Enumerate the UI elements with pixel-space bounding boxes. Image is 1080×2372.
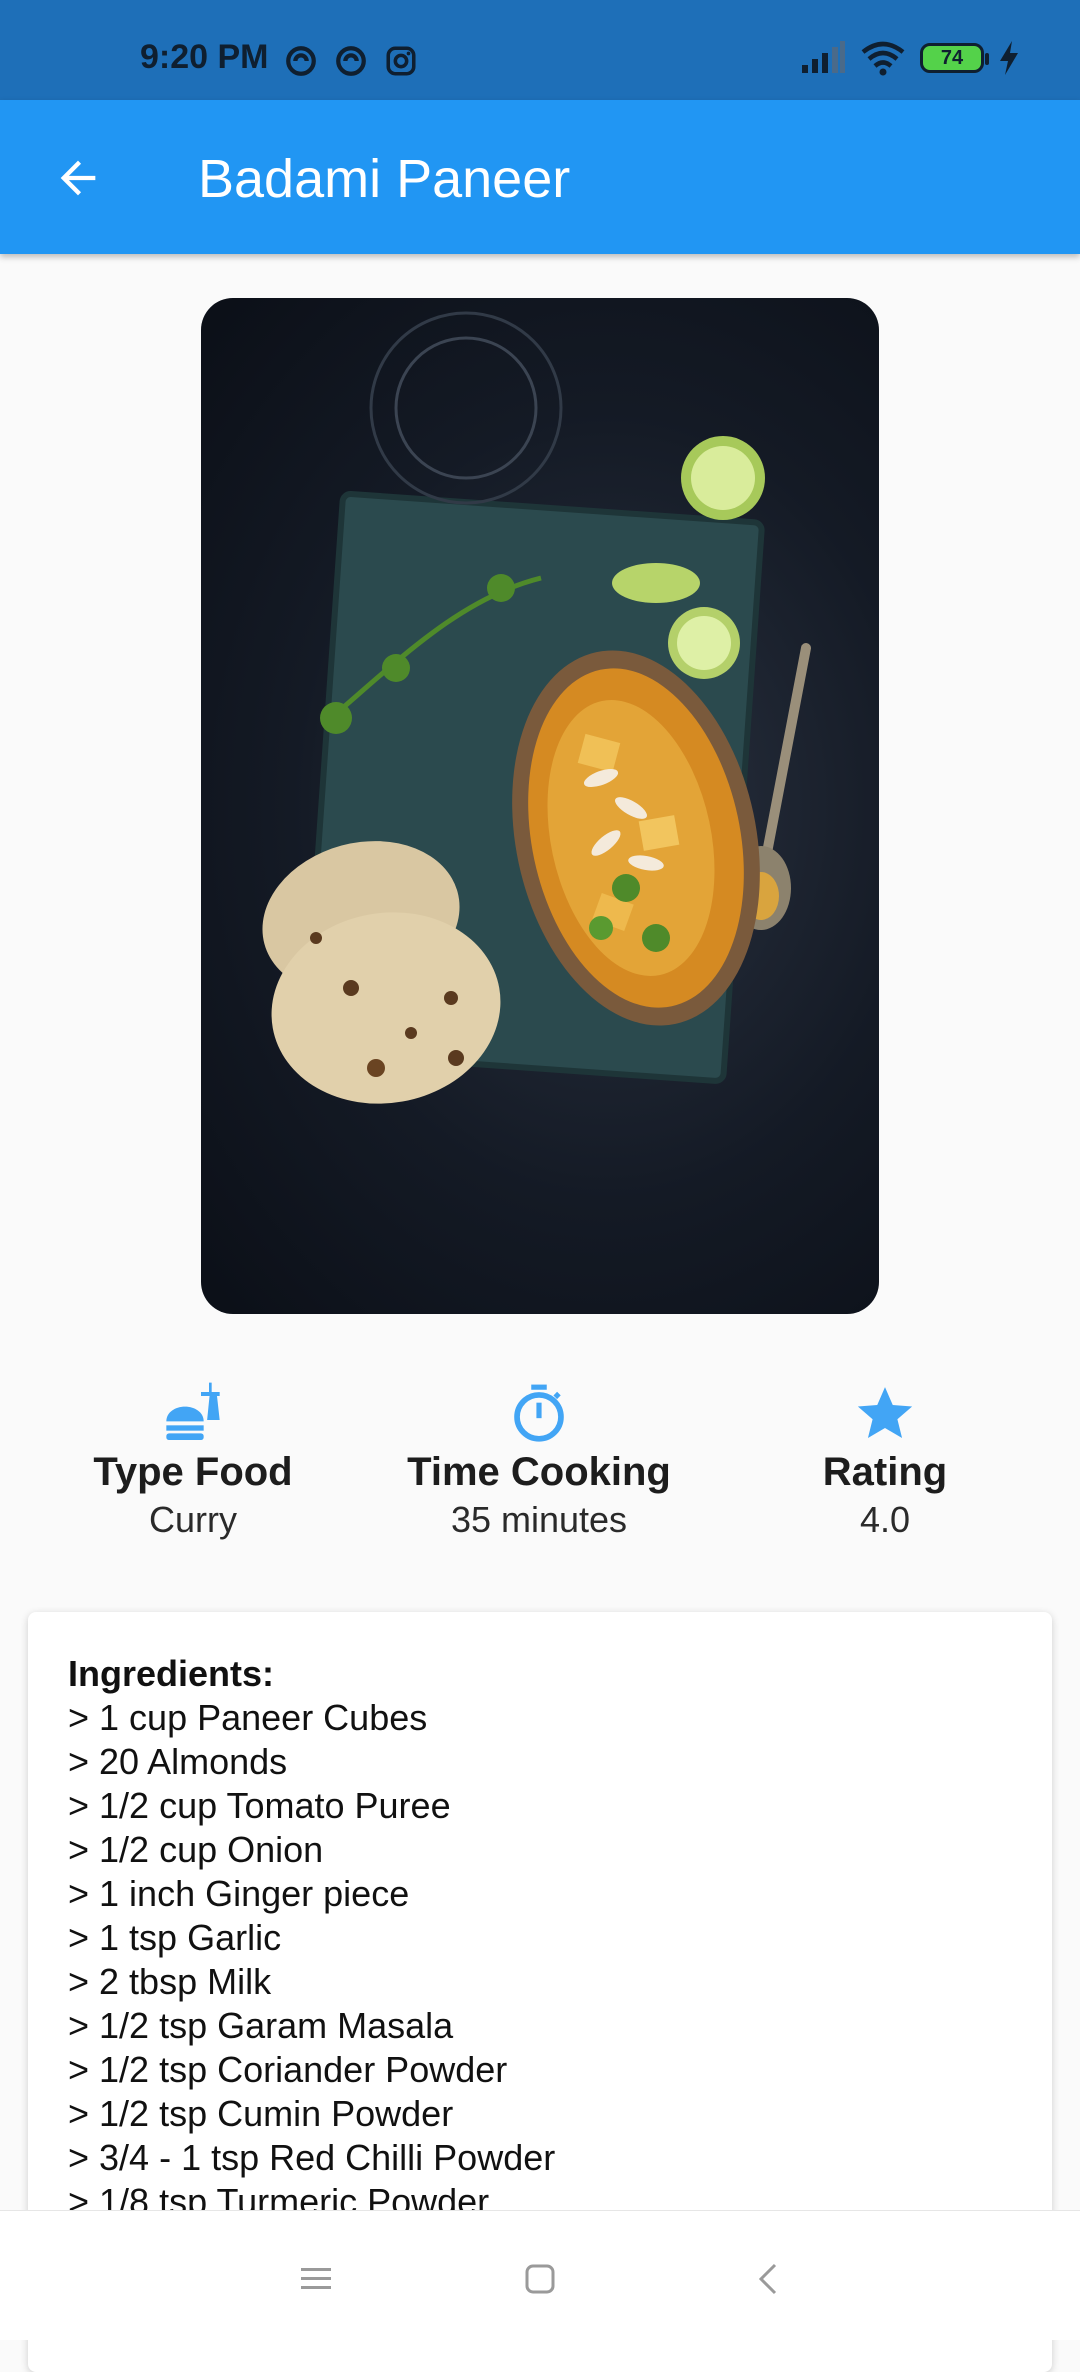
info-type-food: Type Food Curry	[23, 1380, 363, 1541]
recipe-info-row: Type Food Curry Time Cooking 35 minutes …	[0, 1380, 1080, 1550]
status-time: 9:20 PM	[140, 38, 269, 76]
chevron-left-icon	[758, 2263, 777, 2295]
star-icon	[857, 1387, 913, 1439]
home-button[interactable]	[510, 2249, 570, 2309]
wifi-icon	[861, 41, 905, 76]
status-bar: 9:20 PM 74	[0, 0, 1080, 100]
instagram-icon	[386, 46, 416, 76]
ingredient-item: > 1/2 tsp Coriander Powder	[68, 2049, 508, 2090]
notification-app-icon	[336, 46, 366, 76]
menu-icon	[301, 2268, 331, 2289]
arrow-back-icon	[60, 160, 96, 196]
battery-indicator: 74	[920, 43, 989, 73]
app-bar: Badami Paneer	[0, 100, 1080, 254]
info-rating: Rating 4.0	[715, 1380, 1055, 1541]
timer-icon	[514, 1384, 564, 1442]
info-label: Type Food	[93, 1450, 293, 1494]
back-button[interactable]	[40, 140, 116, 216]
ingredient-item: > 3/4 - 1 tsp Red Chilli Powder	[68, 2137, 556, 2178]
signal-icon	[802, 41, 845, 73]
recipe-image	[201, 298, 879, 1314]
system-navigation-bar	[0, 2210, 1080, 2340]
notification-icons	[284, 44, 418, 78]
fast-food-icon	[166, 1382, 220, 1440]
ingredient-item: > 1 inch Ginger piece	[68, 1873, 410, 1914]
info-value: 35 minutes	[450, 1499, 628, 1540]
notification-app-icon	[286, 46, 316, 76]
info-label: Rating	[822, 1450, 948, 1494]
recipe-photo	[262, 311, 811, 1104]
page-title: Badami Paneer	[198, 149, 571, 209]
recent-apps-button[interactable]	[286, 2249, 346, 2309]
ingredient-item: > 1/2 tsp Cumin Powder	[68, 2093, 454, 2134]
ingredient-item: > 1 cup Paneer Cubes	[68, 1697, 428, 1738]
ingredient-item: > 1/2 cup Tomato Puree	[68, 1785, 451, 1826]
square-icon	[525, 2264, 555, 2294]
system-status-icons: 74	[800, 40, 1020, 76]
info-value: Curry	[149, 1499, 237, 1540]
info-label: Time Cooking	[407, 1450, 671, 1494]
ingredient-item: > 2 tbsp Milk	[68, 1961, 272, 2002]
info-time-cooking: Time Cooking 35 minutes	[369, 1380, 709, 1541]
system-back-button[interactable]	[738, 2249, 798, 2309]
charging-icon	[1000, 41, 1018, 75]
ingredient-item: > 20 Almonds	[68, 1741, 288, 1782]
ingredient-item: > 1 tsp Garlic	[68, 1917, 282, 1958]
ingredient-item: > 1/2 tsp Garam Masala	[68, 2005, 454, 2046]
ingredient-item: > 1/2 cup Onion	[68, 1829, 324, 1870]
info-value: 4.0	[859, 1499, 911, 1540]
ingredients-title: Ingredients:	[68, 1653, 275, 1694]
